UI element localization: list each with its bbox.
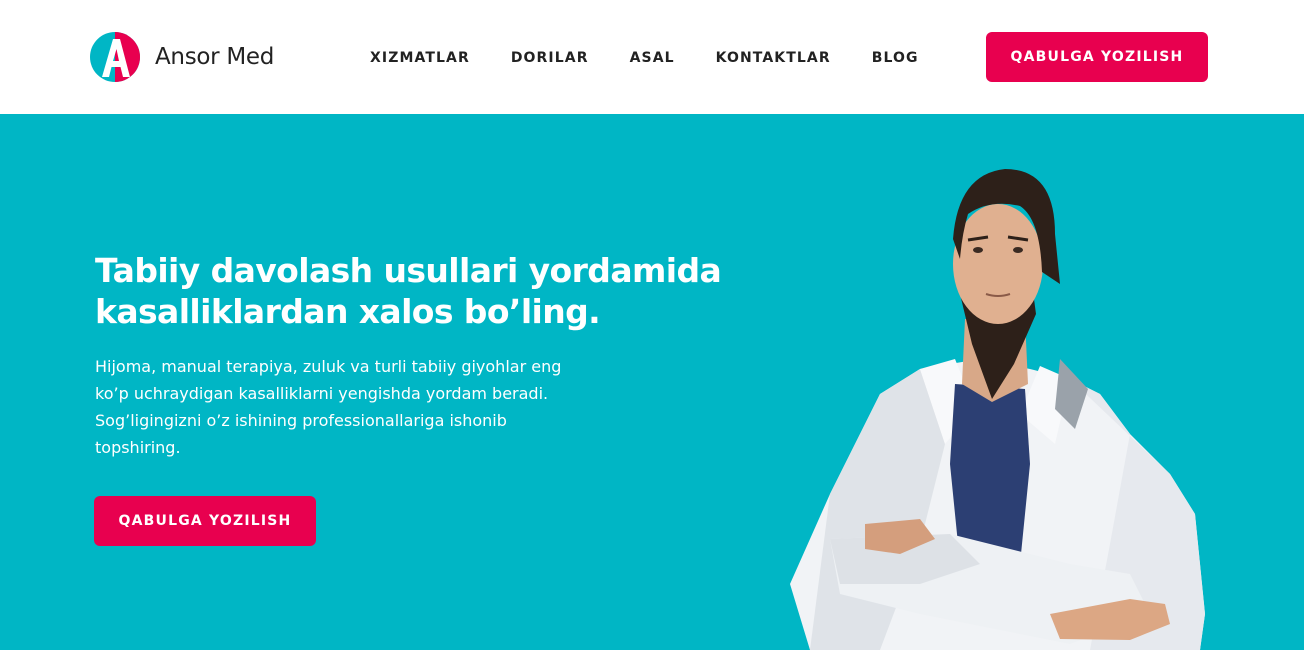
hero-title: Tabiiy davolash usullari yordamida kasal… — [95, 251, 722, 331]
logo-link[interactable]: Ansor Med — [89, 31, 274, 83]
hero-description: Hijoma, manual terapiya, zuluk va turli … — [95, 357, 562, 457]
nav-item-asal[interactable]: ASAL — [630, 48, 675, 68]
hero-appointment-button[interactable]: QABULGA YOZILISH — [94, 496, 316, 546]
nav-item-kontaktlar[interactable]: KONTAKTLAR — [716, 48, 831, 68]
hero-section: Tabiiy davolash usullari yordamida kasal… — [0, 114, 1304, 650]
doctor-portrait-image — [790, 169, 1205, 650]
header-appointment-button[interactable]: QABULGA YOZILISH — [986, 32, 1208, 82]
nav-item-dorilar[interactable]: DORILAR — [511, 48, 589, 68]
site-header: Ansor Med XIZMATLAR DORILAR ASAL KONTAKT… — [0, 0, 1304, 114]
logo-icon — [90, 32, 140, 82]
nav-item-blog[interactable]: BLOG — [872, 48, 919, 68]
logo-text: Ansor Med — [155, 44, 275, 70]
main-nav: XIZMATLAR DORILAR ASAL KONTAKTLAR BLOG — [370, 48, 919, 68]
nav-item-xizmatlar[interactable]: XIZMATLAR — [370, 48, 470, 68]
